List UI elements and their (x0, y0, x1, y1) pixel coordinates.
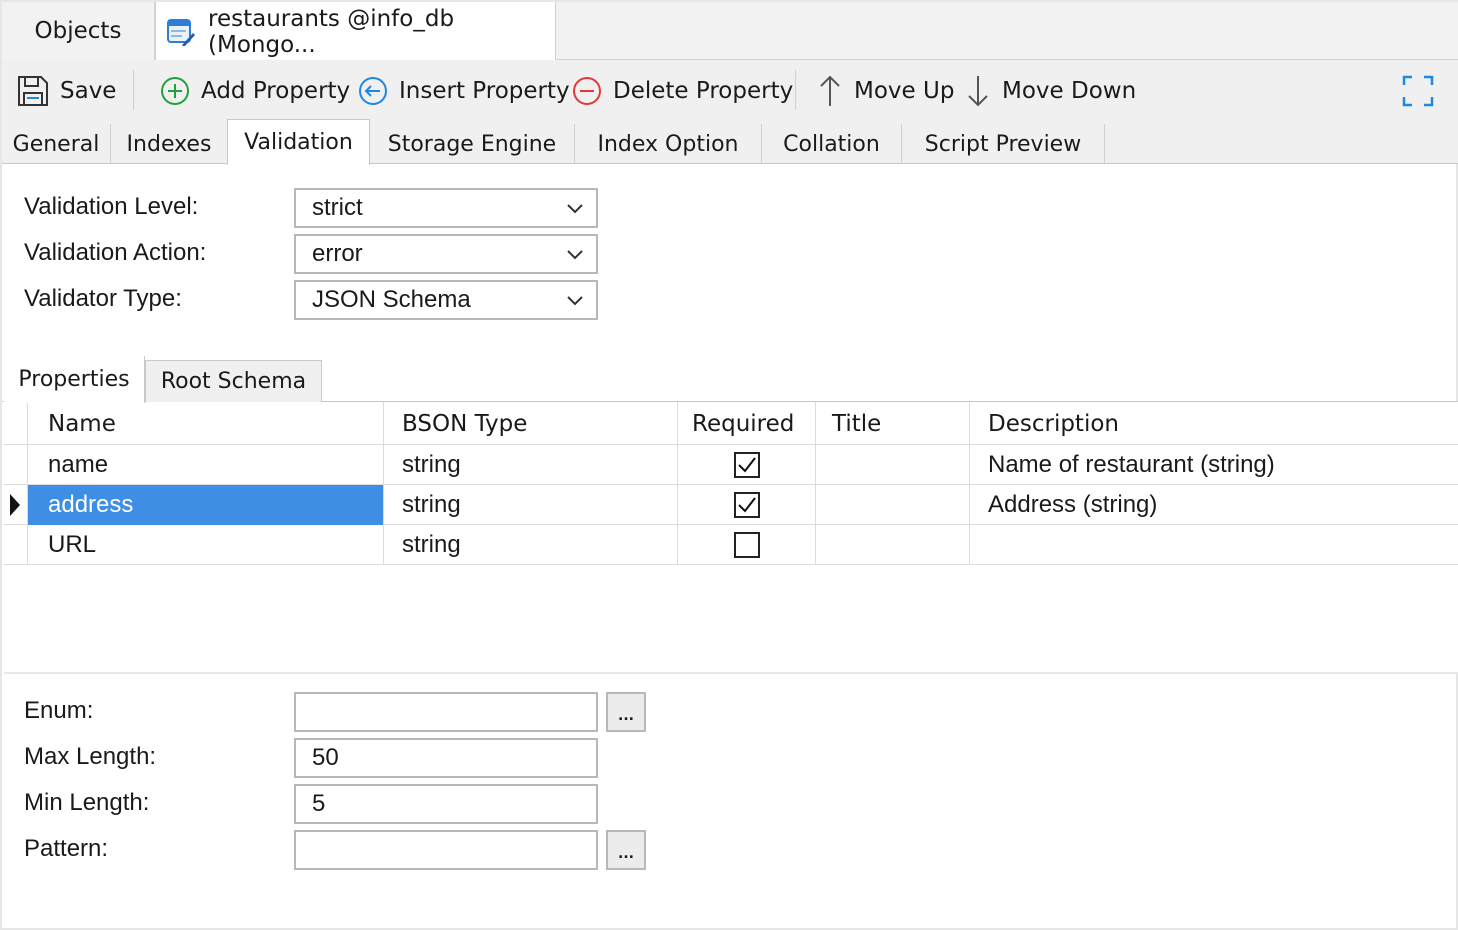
chevron-down-icon (567, 204, 583, 214)
min-length-input[interactable]: 5 (294, 784, 598, 824)
column-header-title[interactable]: Title (816, 402, 970, 445)
min-length-label: Min Length: (24, 789, 150, 816)
table-row[interactable]: address string Address (string) (4, 485, 1458, 525)
bson-type-cell[interactable]: string (384, 445, 678, 485)
max-length-label: Max Length: (24, 743, 157, 770)
tab-objects[interactable]: Objects (2, 2, 155, 60)
pattern-label: Pattern: (24, 835, 109, 862)
checkmark-icon (737, 457, 756, 473)
required-cell (678, 525, 816, 565)
save-button[interactable]: Save (16, 60, 116, 122)
property-name-cell[interactable]: name (28, 445, 384, 485)
required-checkbox[interactable] (733, 452, 760, 478)
table-row[interactable]: name string Name of restaurant (string) (4, 445, 1458, 485)
property-name-cell[interactable]: address (28, 485, 384, 525)
row-indicator-header (4, 402, 28, 445)
move-down-label: Move Down (1002, 78, 1137, 104)
required-cell (678, 445, 816, 485)
table-row[interactable]: URL string (4, 525, 1458, 565)
tab-general[interactable]: General (2, 124, 111, 164)
required-checkbox[interactable] (733, 492, 760, 518)
validation-level-value: strict (312, 194, 363, 221)
insert-property-label: Insert Property (399, 78, 570, 104)
description-cell[interactable]: Address (string) (970, 485, 1458, 525)
enum-label: Enum: (24, 697, 94, 724)
row-indicator[interactable] (4, 485, 28, 525)
delete-circle-icon (573, 77, 601, 105)
validator-type-value: JSON Schema (312, 286, 471, 313)
row-indicator[interactable] (4, 445, 28, 485)
delete-property-label: Delete Property (613, 78, 794, 104)
validation-level-label: Validation Level: (24, 193, 199, 220)
document-tab-bar: Objects restaurants @info_db (Mongo... (2, 2, 1458, 61)
validation-action-label: Validation Action: (24, 239, 207, 266)
toolbar: Save Add Property Insert Property Delete… (2, 60, 1458, 122)
maximize-button[interactable] (1402, 60, 1444, 122)
move-up-label: Move Up (854, 78, 955, 104)
tab-properties[interactable]: Properties (4, 356, 145, 403)
tab-root-schema[interactable]: Root Schema (145, 360, 322, 402)
validation-action-value: error (312, 240, 363, 267)
tab-indexes[interactable]: Indexes (111, 124, 228, 164)
checkmark-icon (737, 497, 756, 513)
column-header-bson-type[interactable]: BSON Type (384, 402, 678, 445)
add-circle-icon (161, 77, 189, 105)
schema-tab-bar: Properties Root Schema (2, 356, 1458, 403)
required-checkbox[interactable] (733, 532, 760, 558)
column-header-description[interactable]: Description (970, 402, 1458, 445)
tab-storage-engine[interactable]: Storage Engine (370, 124, 575, 164)
arrow-up-icon (820, 75, 840, 106)
insert-property-button[interactable]: Insert Property (357, 60, 570, 122)
min-length-value: 5 (312, 790, 326, 817)
max-length-input[interactable]: 50 (294, 738, 598, 778)
required-cell (678, 485, 816, 525)
validation-level-select[interactable]: strict (294, 188, 598, 228)
toolbar-divider (133, 70, 134, 110)
pattern-input[interactable] (294, 830, 598, 870)
row-pointer-icon (10, 494, 20, 516)
editor-tab-bar: General Indexes Validation Storage Engin… (2, 119, 1458, 165)
save-label: Save (60, 78, 117, 104)
enum-input[interactable] (294, 692, 598, 732)
title-cell[interactable] (816, 525, 970, 565)
validation-action-select[interactable]: error (294, 234, 598, 274)
arrow-down-icon (968, 76, 988, 107)
tab-collation[interactable]: Collation (762, 124, 902, 164)
add-property-label: Add Property (201, 78, 351, 104)
row-indicator[interactable] (4, 525, 28, 565)
pattern-browse-button[interactable]: ... (606, 830, 646, 870)
tab-restaurants-collection[interactable]: restaurants @info_db (Mongo... (155, 2, 556, 61)
column-header-name[interactable]: Name (28, 402, 384, 445)
column-header-required[interactable]: Required (678, 402, 816, 445)
description-cell[interactable] (970, 525, 1458, 565)
insert-circle-icon (359, 77, 387, 105)
title-cell[interactable] (816, 445, 970, 485)
property-name-cell[interactable]: URL (28, 525, 384, 565)
enum-browse-button[interactable]: ... (606, 692, 646, 732)
properties-grid: Name BSON Type Required Title Descriptio… (4, 402, 1458, 674)
tab-index-option[interactable]: Index Option (575, 124, 762, 164)
tab-restaurants-label: restaurants @info_db (Mongo... (208, 5, 455, 58)
add-property-button[interactable]: Add Property (159, 60, 350, 122)
chevron-down-icon (567, 296, 583, 306)
window: Objects restaurants @info_db (Mongo... S… (0, 0, 1458, 930)
move-up-button[interactable]: Move Up (816, 60, 954, 122)
bson-type-cell[interactable]: string (384, 525, 678, 565)
toolbar-divider (795, 70, 796, 110)
save-icon (18, 76, 48, 106)
max-length-value: 50 (312, 744, 339, 771)
title-cell[interactable] (816, 485, 970, 525)
validator-type-select[interactable]: JSON Schema (294, 280, 598, 320)
description-cell[interactable]: Name of restaurant (string) (970, 445, 1458, 485)
tab-script-preview[interactable]: Script Preview (902, 124, 1105, 164)
grid-header: Name BSON Type Required Title Descriptio… (4, 402, 1458, 445)
maximize-icon (1402, 75, 1434, 107)
tab-validation[interactable]: Validation (227, 119, 370, 165)
validator-type-label: Validator Type: (24, 285, 182, 312)
delete-property-button[interactable]: Delete Property (571, 60, 793, 122)
move-down-button[interactable]: Move Down (964, 60, 1136, 122)
bson-type-cell[interactable]: string (384, 485, 678, 525)
chevron-down-icon (567, 250, 583, 260)
collection-icon (166, 17, 196, 47)
